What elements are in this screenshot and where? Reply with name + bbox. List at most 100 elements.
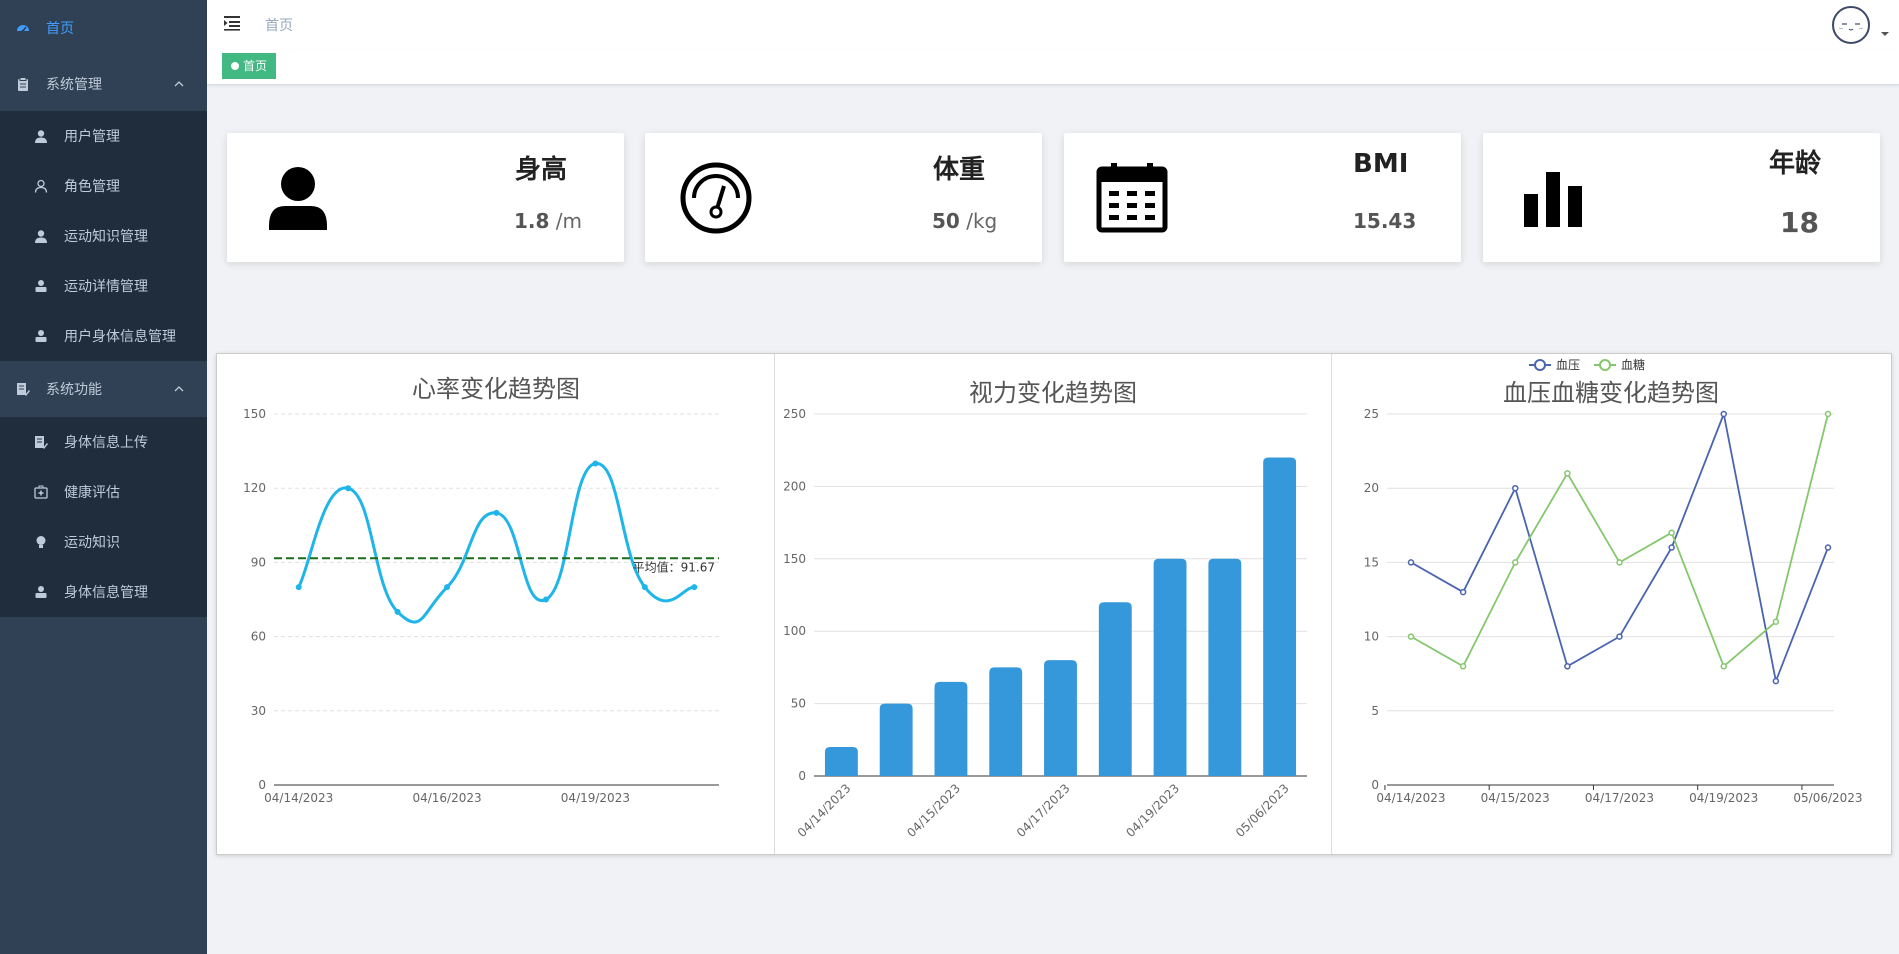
sidebar-group-label: 系统管理: [46, 77, 102, 93]
x-tick-label: 04/16/2023: [412, 791, 481, 805]
sidebar-item-exercise-knowledge-mgmt[interactable]: 运动知识管理: [0, 211, 207, 261]
data-point: [1720, 410, 1727, 418]
avatar[interactable]: [1831, 5, 1871, 45]
y-tick-label: 250: [783, 407, 806, 421]
chevron-up-icon: [174, 81, 184, 87]
stat-label: BMI: [1353, 149, 1409, 179]
sidebar-item-role-mgmt[interactable]: 角色管理: [0, 161, 207, 211]
y-tick-label: 5: [1371, 704, 1379, 718]
chart-title: 视力变化趋势图: [969, 379, 1137, 407]
data-point: [1407, 559, 1415, 566]
stat-label: 身高: [515, 155, 568, 185]
user-solid-icon: [34, 585, 48, 599]
active-dot: [231, 62, 239, 70]
y-tick-label: 0: [1371, 778, 1379, 792]
sidebar-item-label: 用户管理: [64, 129, 120, 145]
data-point: [1668, 529, 1675, 536]
data-point: [1564, 470, 1571, 477]
user-outline-icon: [34, 179, 48, 193]
bar: [1153, 558, 1187, 776]
system-func-submenu: 身体信息上传 健康评估 运动知识 身体信息管理: [0, 417, 207, 617]
y-tick-label: 10: [1364, 630, 1379, 644]
sidebar-item-label: 身体信息管理: [64, 585, 148, 601]
chart-title: 心率变化趋势图: [412, 375, 580, 403]
sidebar-group-system-func[interactable]: 系统功能: [0, 364, 207, 414]
bp-sugar-chart: 血压血糖变化趋势图 0 5 10 15 20 25 04/14/2023 04/15/2023 0…: [1331, 354, 1891, 854]
y-tick-label: 120: [243, 481, 266, 495]
tag-label: 首页: [243, 59, 268, 73]
stat-number: 50: [932, 209, 960, 233]
data-point: [1459, 588, 1467, 596]
tag-home[interactable]: 首页: [222, 53, 277, 79]
vision-chart: 视力变化趋势图 0 50 100 150 200 250 04/14/2023 04/15/20…: [774, 354, 1332, 854]
data-point: [1512, 484, 1519, 492]
x-tick-label: 04/19/2023: [1123, 781, 1182, 840]
data-point: [1668, 544, 1675, 551]
stat-card-weight: 体重 50 /kg: [645, 133, 1042, 262]
sidebar-item-health-eval[interactable]: 健康评估: [0, 467, 207, 517]
legend-marker: [1534, 359, 1546, 371]
data-point: [1407, 633, 1415, 640]
data-point: [1616, 559, 1623, 566]
y-tick-label: 30: [251, 704, 266, 718]
x-tick-label: 04/15/2023: [1481, 791, 1550, 805]
stat-value: 18: [1780, 206, 1819, 239]
sidebar-item-user-mgmt[interactable]: 用户管理: [0, 111, 207, 161]
sidebar-item-label: 角色管理: [64, 179, 120, 195]
stat-value: 1.8 /m: [514, 209, 582, 233]
data-point: [1772, 677, 1780, 685]
stat-unit: /kg: [959, 209, 998, 233]
x-tick-label: 04/19/2023: [1689, 791, 1758, 805]
sidebar-item-body-info-upload[interactable]: 身体信息上传: [0, 417, 207, 467]
legend-label: 血糖: [1621, 357, 1645, 372]
sidebar-group-system-mgmt[interactable]: 系统管理: [0, 59, 207, 109]
x-tick-label: 04/17/2023: [1585, 791, 1654, 805]
system-mgmt-submenu: 用户管理 角色管理 运动知识管理 运动详情管理 用户身体信息管理: [0, 111, 207, 361]
user-icon: [34, 129, 48, 143]
chevron-up-icon: [174, 386, 184, 392]
gauge-icon: [680, 162, 752, 234]
y-tick-label: 0: [798, 769, 806, 783]
document-edit-icon: [16, 382, 30, 396]
calendar-icon: [1096, 163, 1168, 233]
caret-down-icon[interactable]: [1880, 31, 1890, 37]
y-tick-label: 100: [783, 624, 806, 638]
bar: [1208, 558, 1242, 776]
sidebar-item-exercise-detail-mgmt[interactable]: 运动详情管理: [0, 261, 207, 311]
sidebar-item-user-body-info-mgmt[interactable]: 用户身体信息管理: [0, 311, 207, 361]
data-point: [1824, 410, 1832, 418]
medical-kit-icon: [34, 485, 48, 499]
stat-card-height: 身高 1.8 /m: [227, 133, 624, 262]
y-tick-label: 150: [783, 552, 806, 566]
bp-sugar-chart-svg: 血压血糖变化趋势图 0 5 10 15 20 25 04/14/2023 04/15/2023 0…: [1364, 357, 1863, 805]
user-icon: [269, 167, 327, 230]
data-point: [1720, 663, 1727, 670]
data-point: [1772, 618, 1780, 626]
x-tick-label: 05/06/2023: [1793, 791, 1862, 805]
bar: [989, 667, 1023, 776]
bar-chart-icon: [1524, 172, 1582, 227]
data-point: [444, 584, 451, 591]
stat-value: 50 /kg: [932, 209, 997, 233]
bar: [934, 681, 968, 776]
stat-value: 15.43: [1353, 209, 1416, 233]
hamburger-icon[interactable]: [224, 15, 242, 31]
y-tick-label: 15: [1364, 555, 1379, 569]
user-solid-icon: [34, 329, 48, 343]
sidebar-item-home[interactable]: 首页: [0, 3, 207, 53]
sidebar-item-body-info-mgmt[interactable]: 身体信息管理: [0, 567, 207, 617]
series-line: [1410, 410, 1829, 685]
legend-marker: [1599, 359, 1611, 371]
bar: [1044, 660, 1077, 776]
sidebar-item-exercise-knowledge[interactable]: 运动知识: [0, 517, 207, 567]
sidebar-item-label: 健康评估: [64, 485, 120, 501]
stat-unit: /m: [549, 209, 583, 233]
breadcrumb[interactable]: 首页: [265, 15, 293, 35]
stat-label: 体重: [933, 155, 986, 185]
navbar: 首页: [207, 0, 1899, 50]
data-point: [592, 460, 599, 467]
sidebar-item-label: 用户身体信息管理: [64, 329, 176, 345]
stat-card-bmi: BMI 15.43: [1064, 133, 1461, 262]
legend-label: 血压: [1556, 358, 1580, 372]
bar: [1098, 602, 1132, 776]
